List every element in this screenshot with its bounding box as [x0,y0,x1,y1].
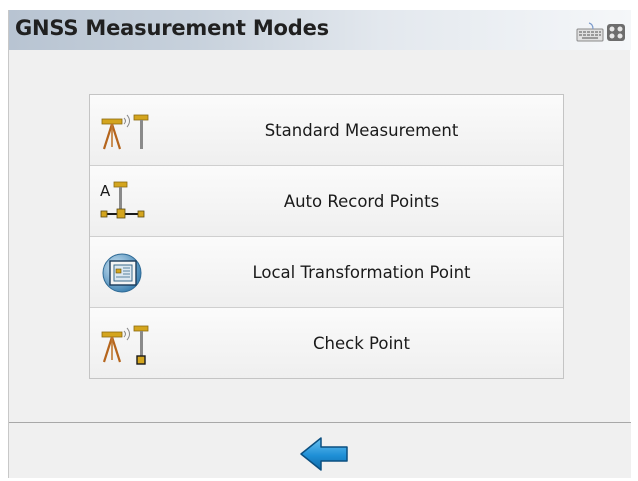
mode-list: Standard Measurement A Auto Record Point… [89,94,564,379]
mode-local-transformation-point[interactable]: Local Transformation Point [90,237,563,308]
mode-label: Auto Record Points [283,191,440,211]
tripod-antenna-icon [101,114,149,150]
svg-text:A: A [100,182,111,200]
mode-label: Local Transformation Point [252,262,471,282]
mode-check-point[interactable]: Check Point [90,308,563,378]
window: GNSS Measurement Modes Standard Measurem… [8,10,631,478]
gamepad-icon[interactable] [607,24,625,41]
mode-label: Standard Measurement [264,120,459,140]
keyboard-icon[interactable] [576,22,604,42]
mode-auto-record-points[interactable]: A Auto Record Points [90,166,563,237]
system-tray [576,22,625,42]
mode-label: Check Point [313,333,410,353]
transformation-icon [102,253,142,293]
back-arrow-icon[interactable] [297,435,353,473]
mode-standard-measurement[interactable]: Standard Measurement [90,95,563,166]
bottom-bar [9,422,631,478]
title-bar: GNSS Measurement Modes [9,10,631,50]
page-title: GNSS Measurement Modes [15,16,329,40]
auto-record-icon: A [100,181,145,219]
check-point-icon [101,325,149,365]
